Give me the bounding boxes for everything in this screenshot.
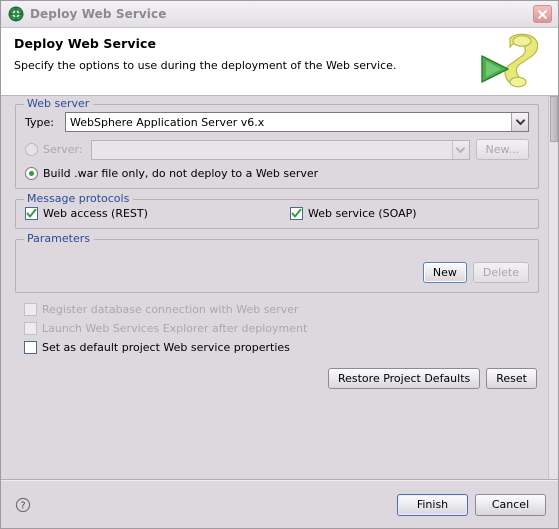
- parameter-new-button[interactable]: New: [422, 262, 467, 283]
- register-db-checkbox: [24, 303, 37, 316]
- server-type-row: Type: WebSphere Application Server v6.x: [25, 112, 529, 132]
- rest-checkbox-label: Web access (REST): [43, 207, 148, 220]
- globe-icon: [8, 6, 24, 22]
- soap-checkbox-label: Web service (SOAP): [308, 207, 417, 220]
- launch-explorer-checkbox: [24, 322, 37, 335]
- build-war-row[interactable]: Build .war file only, do not deploy to a…: [25, 167, 529, 180]
- parameter-delete-button: Delete: [472, 262, 529, 283]
- parameters-group: Parameters New Delete: [15, 233, 539, 293]
- parameters-group-label: Parameters: [24, 233, 94, 245]
- dialog-footer: ? Finish Cancel: [1, 480, 558, 528]
- message-protocols-group-label: Message protocols: [24, 193, 134, 205]
- default-properties-checkbox[interactable]: [24, 341, 37, 354]
- server-instance-combo: [91, 139, 470, 160]
- deploy-web-service-dialog: Deploy Web Service Deploy Web Service Sp…: [0, 0, 559, 529]
- rest-checkbox-row[interactable]: Web access (REST): [25, 207, 290, 220]
- chevron-down-icon: [451, 140, 469, 159]
- type-label: Type:: [25, 115, 54, 129]
- default-properties-checkbox-row[interactable]: Set as default project Web service prope…: [24, 341, 539, 354]
- launch-explorer-label: Launch Web Services Explorer after deplo…: [42, 322, 308, 335]
- build-war-label: Build .war file only, do not deploy to a…: [43, 167, 319, 180]
- protocols-row: Web access (REST) Web service (SOAP): [25, 207, 529, 220]
- server-type-combo[interactable]: WebSphere Application Server v6.x: [65, 112, 529, 132]
- message-protocols-group: Message protocols Web access (REST) Web …: [15, 193, 539, 229]
- soap-checkbox-row[interactable]: Web service (SOAP): [290, 207, 417, 220]
- finish-button[interactable]: Finish: [397, 493, 468, 516]
- server-instance-value: [92, 141, 452, 159]
- wizard-header: Deploy Web Service Specify the options t…: [1, 28, 558, 96]
- server-type-value: WebSphere Application Server v6.x: [70, 115, 265, 129]
- build-war-radio[interactable]: [25, 167, 38, 180]
- register-db-checkbox-row: Register database connection with Web se…: [24, 303, 539, 316]
- rest-checkbox[interactable]: [25, 207, 38, 220]
- server-radio: [25, 143, 38, 156]
- cancel-button[interactable]: Cancel: [475, 493, 546, 516]
- options-list: Register database connection with Web se…: [15, 303, 539, 354]
- reset-button[interactable]: Reset: [486, 368, 537, 389]
- register-db-label: Register database connection with Web se…: [42, 303, 299, 316]
- close-icon[interactable]: [533, 5, 552, 23]
- soap-checkbox[interactable]: [290, 207, 303, 220]
- window-title: Deploy Web Service: [30, 7, 167, 21]
- restore-project-defaults-button[interactable]: Restore Project Defaults: [327, 368, 481, 389]
- page-title: Deploy Web Service: [14, 36, 157, 51]
- help-question-icon[interactable]: ?: [15, 497, 31, 513]
- vertical-scrollbar[interactable]: [548, 96, 558, 479]
- server-new-button: New...: [475, 139, 529, 160]
- dialog-body: Web server Type: WebSphere Application S…: [1, 96, 558, 480]
- title-bar: Deploy Web Service: [1, 1, 558, 28]
- server-instance-row: Server: New...: [25, 139, 529, 160]
- parameters-buttons: New Delete: [25, 262, 529, 283]
- chevron-down-icon[interactable]: [511, 113, 528, 131]
- launch-explorer-checkbox-row: Launch Web Services Explorer after deplo…: [24, 322, 539, 335]
- web-server-group: Web server Type: WebSphere Application S…: [15, 98, 539, 189]
- web-server-group-label: Web server: [24, 98, 94, 110]
- project-action-buttons: Restore Project Defaults Reset: [15, 368, 539, 389]
- server-label: Server:: [43, 143, 83, 156]
- page-description: Specify the options to use during the de…: [14, 59, 397, 72]
- scrollbar-thumb[interactable]: [550, 96, 558, 142]
- default-properties-label: Set as default project Web service prope…: [42, 341, 290, 354]
- deploy-ribbon-icon: [476, 30, 548, 92]
- svg-text:?: ?: [20, 500, 25, 511]
